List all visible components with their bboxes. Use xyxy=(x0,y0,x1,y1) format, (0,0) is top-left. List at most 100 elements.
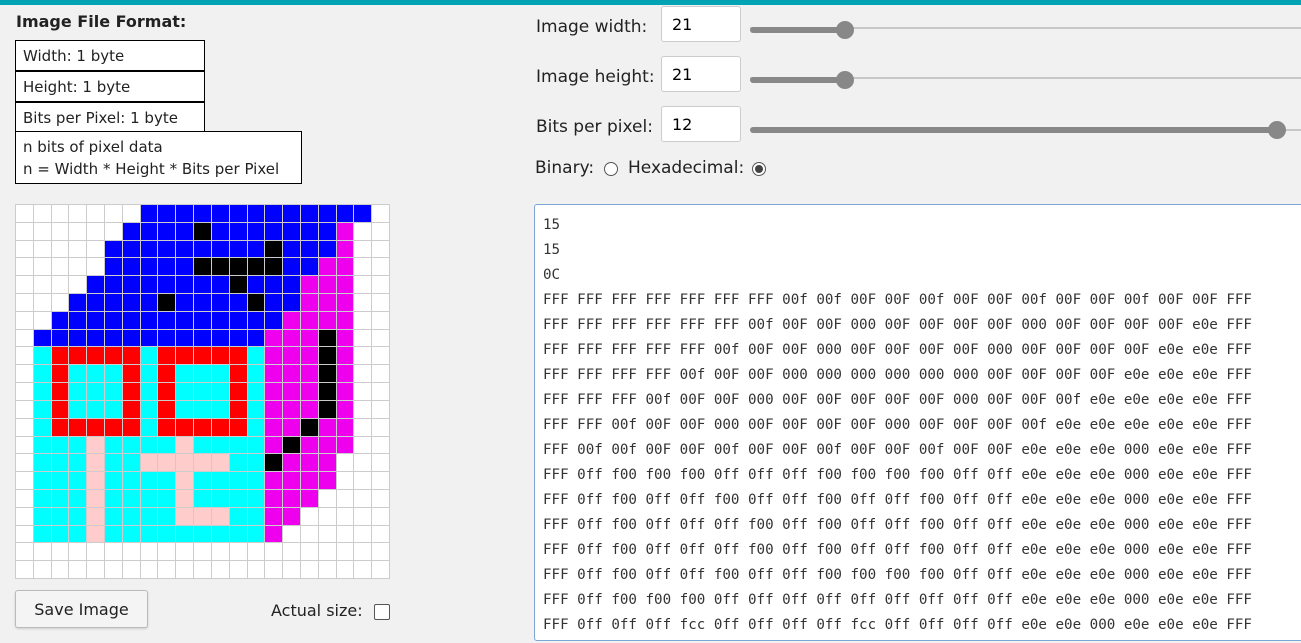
pixel-cell[interactable] xyxy=(336,400,354,418)
pixel-cell[interactable] xyxy=(354,294,372,311)
pixel-cell[interactable] xyxy=(229,561,247,578)
pixel-cell[interactable] xyxy=(372,258,389,276)
pixel-cell[interactable] xyxy=(140,294,158,311)
pixel-cell[interactable] xyxy=(122,276,140,294)
pixel-cell[interactable] xyxy=(158,561,176,578)
pixel-cell[interactable] xyxy=(211,205,229,222)
pixel-cell[interactable] xyxy=(283,561,300,578)
pixel-cell[interactable] xyxy=(354,418,372,436)
pixel-cell[interactable] xyxy=(140,329,158,347)
pixel-cell[interactable] xyxy=(354,258,372,276)
pixel-cell[interactable] xyxy=(354,311,372,329)
pixel-cell[interactable] xyxy=(229,258,247,276)
pixel-cell[interactable] xyxy=(265,400,283,418)
pixel-cell[interactable] xyxy=(211,561,229,578)
pixel-cell[interactable] xyxy=(247,525,265,543)
pixel-cell[interactable] xyxy=(336,507,354,525)
pixel-cell[interactable] xyxy=(265,258,283,276)
pixel-cell[interactable] xyxy=(265,240,283,258)
pixel-cell[interactable] xyxy=(247,294,265,311)
pixel-cell[interactable] xyxy=(87,258,105,276)
pixel-cell[interactable] xyxy=(372,347,389,365)
pixel-cell[interactable] xyxy=(33,276,51,294)
pixel-cell[interactable] xyxy=(158,436,176,454)
pixel-cell[interactable] xyxy=(140,436,158,454)
pixel-cell[interactable] xyxy=(16,472,33,489)
pixel-cell[interactable] xyxy=(69,258,87,276)
pixel-cell[interactable] xyxy=(105,365,122,383)
pixel-cell[interactable] xyxy=(16,454,33,472)
pixel-cell[interactable] xyxy=(265,311,283,329)
pixel-cell[interactable] xyxy=(265,329,283,347)
pixel-cell[interactable] xyxy=(122,258,140,276)
pixel-cell[interactable] xyxy=(336,276,354,294)
pixel-cell[interactable] xyxy=(69,472,87,489)
pixel-cell[interactable] xyxy=(69,561,87,578)
pixel-cell[interactable] xyxy=(300,418,318,436)
pixel-cell[interactable] xyxy=(176,383,194,400)
pixel-cell[interactable] xyxy=(16,311,33,329)
pixel-cell[interactable] xyxy=(87,222,105,240)
pixel-cell[interactable] xyxy=(318,418,336,436)
pixel-cell[interactable] xyxy=(122,472,140,489)
pixel-cell[interactable] xyxy=(265,454,283,472)
pixel-cell[interactable] xyxy=(51,507,69,525)
pixel-cell[interactable] xyxy=(176,418,194,436)
pixel-cell[interactable] xyxy=(247,507,265,525)
pixel-cell[interactable] xyxy=(318,294,336,311)
pixel-cell[interactable] xyxy=(372,276,389,294)
pixel-cell[interactable] xyxy=(158,240,176,258)
image-width-input[interactable] xyxy=(661,6,741,42)
pixel-cell[interactable] xyxy=(105,258,122,276)
pixel-cell[interactable] xyxy=(105,561,122,578)
pixel-cell[interactable] xyxy=(69,489,87,507)
pixel-cell[interactable] xyxy=(33,418,51,436)
pixel-cell[interactable] xyxy=(265,365,283,383)
pixel-cell[interactable] xyxy=(87,329,105,347)
pixel-cell[interactable] xyxy=(122,240,140,258)
pixel-cell[interactable] xyxy=(105,240,122,258)
pixel-cell[interactable] xyxy=(372,436,389,454)
pixel-cell[interactable] xyxy=(336,294,354,311)
pixel-cell[interactable] xyxy=(194,418,211,436)
pixel-cell[interactable] xyxy=(33,436,51,454)
pixel-cell[interactable] xyxy=(229,347,247,365)
pixel-cell[interactable] xyxy=(51,347,69,365)
pixel-cell[interactable] xyxy=(140,240,158,258)
pixel-cell[interactable] xyxy=(122,329,140,347)
pixel-cell[interactable] xyxy=(176,489,194,507)
pixel-cell[interactable] xyxy=(105,472,122,489)
pixel-cell[interactable] xyxy=(265,276,283,294)
pixel-cell[interactable] xyxy=(87,507,105,525)
pixel-cell[interactable] xyxy=(122,383,140,400)
pixel-cell[interactable] xyxy=(229,454,247,472)
pixel-cell[interactable] xyxy=(87,365,105,383)
pixel-cell[interactable] xyxy=(194,294,211,311)
pixel-cell[interactable] xyxy=(16,276,33,294)
pixel-cell[interactable] xyxy=(158,311,176,329)
pixel-cell[interactable] xyxy=(354,525,372,543)
pixel-cell[interactable] xyxy=(336,472,354,489)
pixel-cell[interactable] xyxy=(105,400,122,418)
pixel-cell[interactable] xyxy=(69,418,87,436)
pixel-cell[interactable] xyxy=(318,222,336,240)
pixel-cell[interactable] xyxy=(354,561,372,578)
pixel-cell[interactable] xyxy=(247,205,265,222)
pixel-cell[interactable] xyxy=(247,400,265,418)
pixel-cell[interactable] xyxy=(158,400,176,418)
pixel-cell[interactable] xyxy=(318,276,336,294)
pixel-cell[interactable] xyxy=(372,507,389,525)
pixel-cell[interactable] xyxy=(247,311,265,329)
pixel-cell[interactable] xyxy=(211,365,229,383)
pixel-cell[interactable] xyxy=(69,525,87,543)
pixel-cell[interactable] xyxy=(300,311,318,329)
pixel-cell[interactable] xyxy=(158,258,176,276)
pixel-cell[interactable] xyxy=(158,329,176,347)
pixel-cell[interactable] xyxy=(51,525,69,543)
pixel-cell[interactable] xyxy=(33,294,51,311)
image-height-input[interactable] xyxy=(661,56,741,92)
pixel-cell[interactable] xyxy=(33,365,51,383)
pixel-cell[interactable] xyxy=(211,311,229,329)
pixel-cell[interactable] xyxy=(33,222,51,240)
pixel-cell[interactable] xyxy=(16,543,33,561)
